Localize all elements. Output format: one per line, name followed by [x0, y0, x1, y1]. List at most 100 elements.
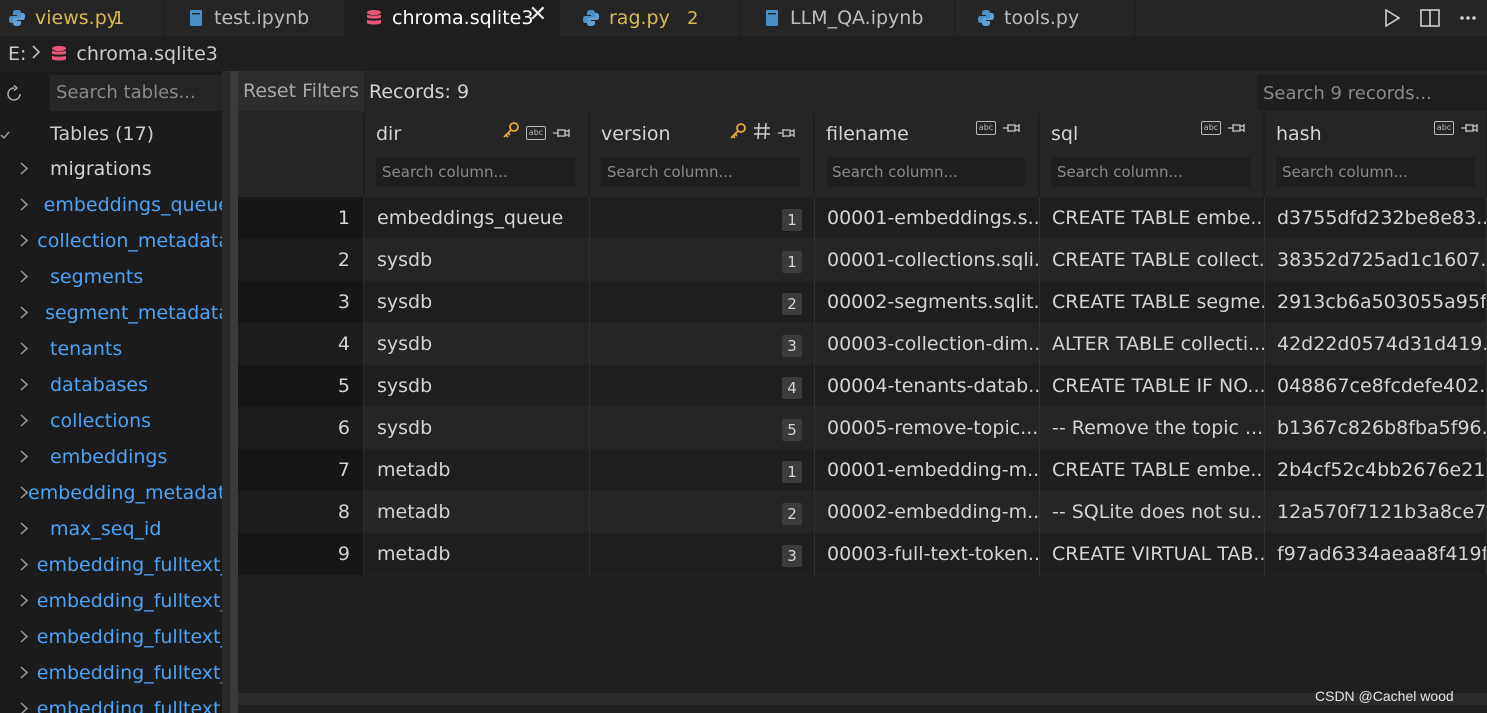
sidebar-item-table[interactable]: embeddings_queue	[0, 187, 230, 223]
sidebar-item-table[interactable]: embedding_fulltext_	[0, 547, 230, 583]
tab-test-ipynb[interactable]: test.ipynb	[165, 0, 345, 36]
cell-hash[interactable]: 2913cb6a503055a95f...	[1265, 281, 1487, 323]
tab-chroma-sqlite3[interactable]: chroma.sqlite3 ✕	[345, 0, 560, 36]
cell-sql[interactable]: CREATE VIRTUAL TAB...	[1040, 533, 1265, 575]
cell-sql[interactable]: CREATE TABLE collect...	[1040, 239, 1265, 281]
cell-sql[interactable]: -- SQLite does not su...	[1040, 491, 1265, 533]
column-search-input[interactable]	[1276, 157, 1475, 187]
cell-sql[interactable]: CREATE TABLE segme...	[1040, 281, 1265, 323]
cell-sql[interactable]: CREATE TABLE embe...	[1040, 449, 1265, 491]
cell-filename[interactable]: 00002-embedding-m...	[815, 491, 1040, 533]
sidebar-scrollbar[interactable]	[222, 71, 230, 713]
cell-filename[interactable]: 00003-full-text-token...	[815, 533, 1040, 575]
cell-hash[interactable]: f97ad6334aeaa8f419f...	[1265, 533, 1487, 575]
table-row[interactable]: 1 embeddings_queue 1 00001-embeddings.s.…	[238, 197, 1487, 239]
cell-dir[interactable]: sysdb	[365, 323, 590, 365]
breadcrumb-file[interactable]: chroma.sqlite3	[76, 43, 217, 65]
cell-dir[interactable]: metadb	[365, 533, 590, 575]
close-icon[interactable]: ✕	[529, 2, 547, 27]
cell-dir[interactable]: sysdb	[365, 365, 590, 407]
sidebar-item-table[interactable]: segments	[0, 259, 230, 295]
pin-icon[interactable]	[552, 126, 570, 140]
table-row[interactable]: 9 metadb 3 00003-full-text-token... CREA…	[238, 533, 1487, 575]
cell-version[interactable]: 1	[590, 449, 815, 491]
cell-hash[interactable]: 38352d725ad1c1607...	[1265, 239, 1487, 281]
sidebar-item-migrations[interactable]: migrations	[0, 151, 230, 187]
pin-icon[interactable]	[777, 126, 795, 140]
cell-version[interactable]: 3	[590, 323, 815, 365]
cell-version[interactable]: 3	[590, 533, 815, 575]
tab-rag-py[interactable]: rag.py 2	[560, 0, 741, 36]
sidebar-item-table[interactable]: databases	[0, 367, 230, 403]
refresh-icon[interactable]	[0, 79, 28, 109]
cell-filename[interactable]: 00005-remove-topic....	[815, 407, 1040, 449]
split-editor-icon[interactable]	[1411, 0, 1449, 36]
pin-icon[interactable]	[1002, 121, 1020, 135]
cell-version[interactable]: 1	[590, 239, 815, 281]
sidebar-item-table[interactable]: collections	[0, 403, 230, 439]
tables-section-header[interactable]: Tables (17)	[0, 117, 230, 151]
cell-dir[interactable]: metadb	[365, 449, 590, 491]
cell-hash[interactable]: 12a570f7121b3a8ce7...	[1265, 491, 1487, 533]
cell-filename[interactable]: 00002-segments.sqlit...	[815, 281, 1040, 323]
column-header-dir[interactable]: dir abc	[365, 113, 589, 197]
cell-sql[interactable]: CREATE TABLE IF NO...	[1040, 365, 1265, 407]
column-search-input[interactable]	[376, 157, 575, 187]
cell-hash[interactable]: 42d22d0574d31d419...	[1265, 323, 1487, 365]
column-search-input[interactable]	[826, 157, 1025, 187]
table-row[interactable]: 5 sysdb 4 00004-tenants-datab... CREATE …	[238, 365, 1487, 407]
column-search-input[interactable]	[1051, 157, 1250, 187]
horizontal-scrollbar[interactable]	[238, 693, 1487, 705]
run-icon[interactable]	[1373, 0, 1411, 36]
cell-sql[interactable]: ALTER TABLE collecti...	[1040, 323, 1265, 365]
sidebar-item-table[interactable]: embedding_metadata	[0, 475, 230, 511]
breadcrumb-drive[interactable]: E:	[8, 43, 26, 65]
sidebar-item-table[interactable]: collection_metadata	[0, 223, 230, 259]
table-row[interactable]: 3 sysdb 2 00002-segments.sqlit... CREATE…	[238, 281, 1487, 323]
column-header-filename[interactable]: filename abc	[815, 113, 1039, 197]
cell-dir[interactable]: sysdb	[365, 281, 590, 323]
cell-hash[interactable]: 2b4cf52c4bb2676e21...	[1265, 449, 1487, 491]
column-header-version[interactable]: version	[590, 113, 814, 197]
table-row[interactable]: 7 metadb 1 00001-embedding-m... CREATE T…	[238, 449, 1487, 491]
cell-dir[interactable]: sysdb	[365, 407, 590, 449]
sidebar-item-table[interactable]: embedding_fulltext_	[0, 691, 230, 713]
cell-sql[interactable]: CREATE TABLE embe...	[1040, 197, 1265, 239]
sidebar-item-table[interactable]: embedding_fulltext_	[0, 619, 230, 655]
table-search-input[interactable]	[50, 75, 222, 111]
cell-sql[interactable]: -- Remove the topic ...	[1040, 407, 1265, 449]
cell-version[interactable]: 2	[590, 491, 815, 533]
table-row[interactable]: 4 sysdb 3 00003-collection-dim... ALTER …	[238, 323, 1487, 365]
sidebar-item-table[interactable]: embedding_fulltext_	[0, 655, 230, 691]
records-search-input[interactable]	[1257, 75, 1487, 111]
sidebar-item-table[interactable]: embedding_fulltext_	[0, 583, 230, 619]
cell-filename[interactable]: 00001-embeddings.s...	[815, 197, 1040, 239]
table-row[interactable]: 8 metadb 2 00002-embedding-m... -- SQLit…	[238, 491, 1487, 533]
cell-dir[interactable]: metadb	[365, 491, 590, 533]
column-header-sql[interactable]: sql abc	[1040, 113, 1264, 197]
cell-filename[interactable]: 00001-embedding-m...	[815, 449, 1040, 491]
pin-icon[interactable]	[1227, 121, 1245, 135]
more-actions-icon[interactable]	[1449, 0, 1487, 36]
cell-version[interactable]: 5	[590, 407, 815, 449]
sidebar-item-table[interactable]: max_seq_id	[0, 511, 230, 547]
cell-version[interactable]: 1	[590, 197, 815, 239]
tab-views-py[interactable]: views.py 1	[0, 0, 165, 36]
table-row[interactable]: 6 sysdb 5 00005-remove-topic.... -- Remo…	[238, 407, 1487, 449]
cell-filename[interactable]: 00003-collection-dim...	[815, 323, 1040, 365]
column-search-input[interactable]	[601, 157, 800, 187]
column-header-hash[interactable]: hash abc	[1265, 113, 1487, 197]
cell-hash[interactable]: d3755dfd232be8e83...	[1265, 197, 1487, 239]
cell-filename[interactable]: 00001-collections.sqli...	[815, 239, 1040, 281]
cell-filename[interactable]: 00004-tenants-datab...	[815, 365, 1040, 407]
table-row[interactable]: 2 sysdb 1 00001-collections.sqli... CREA…	[238, 239, 1487, 281]
pin-icon[interactable]	[1460, 121, 1478, 135]
sidebar-item-table[interactable]: tenants	[0, 331, 230, 367]
cell-hash[interactable]: 048867ce8fcdefe402...	[1265, 365, 1487, 407]
sidebar-resize-handle[interactable]	[230, 71, 238, 713]
cell-dir[interactable]: embeddings_queue	[365, 197, 590, 239]
reset-filters-button[interactable]: Reset Filters	[238, 71, 365, 111]
cell-dir[interactable]: sysdb	[365, 239, 590, 281]
tab-tools-py[interactable]: tools.py	[955, 0, 1135, 36]
cell-version[interactable]: 2	[590, 281, 815, 323]
